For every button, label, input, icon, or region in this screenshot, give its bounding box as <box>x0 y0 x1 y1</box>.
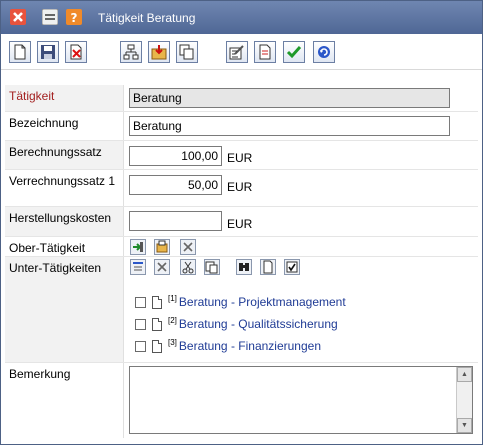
open-parent-icon[interactable] <box>154 239 170 255</box>
row-taetigkeit: Tätigkeit Beratung <box>5 85 478 112</box>
close-icon[interactable] <box>10 9 26 25</box>
list-item[interactable]: [1] Beratung - Projektmanagement <box>135 294 346 310</box>
row-verrechnungssatz: Verrechnungssatz 1 50,00 EUR <box>5 170 478 207</box>
label-taetigkeit: Tätigkeit <box>5 85 124 111</box>
structure-icon <box>123 44 139 60</box>
label-ober-taetigkeit: Ober-Tätigkeit <box>5 237 124 256</box>
row-bezeichnung: Bezeichnung Beratung <box>5 112 478 141</box>
properties-button[interactable] <box>226 41 248 63</box>
import-icon <box>151 45 167 60</box>
unit-eur: EUR <box>227 217 253 231</box>
row-unter-taetigkeiten: Unter-Tätigkeiten [1] Beratung - Projekt… <box>5 257 478 363</box>
svg-text:?: ? <box>71 11 78 25</box>
new-document-button[interactable] <box>9 41 31 63</box>
sub-item-number: [3] <box>168 337 177 347</box>
sub-item-link[interactable]: Beratung - Qualitätssicherung <box>179 317 338 331</box>
scroll-up-arrow-icon[interactable]: ▲ <box>457 367 472 382</box>
sub-item-link[interactable]: Beratung - Projektmanagement <box>179 295 346 309</box>
herstellungskosten-field[interactable] <box>129 211 222 231</box>
unit-eur: EUR <box>227 151 253 165</box>
properties-icon <box>229 45 244 60</box>
delete-button[interactable] <box>65 41 87 63</box>
label-bemerkung: Bemerkung <box>5 363 124 438</box>
print-button[interactable] <box>254 41 276 63</box>
row-ober-taetigkeit: Ober-Tätigkeit <box>5 237 478 257</box>
label-verrechnungssatz: Verrechnungssatz 1 <box>5 170 124 206</box>
sub-item-link[interactable]: Beratung - Finanzierungen <box>179 339 321 353</box>
row-berechnungssatz: Berechnungssatz 100,00 EUR <box>5 141 478 170</box>
row-bemerkung: Bemerkung ▲ ▼ <box>5 363 478 438</box>
unit-eur: EUR <box>227 180 253 194</box>
import-button[interactable] <box>148 41 170 63</box>
help-icon[interactable]: ? <box>66 9 82 25</box>
sub-item-number: [1] <box>168 293 177 303</box>
refresh-button[interactable] <box>313 41 335 63</box>
sub-item-checkbox[interactable] <box>135 318 146 330</box>
select-all-icon[interactable] <box>284 259 300 275</box>
find-icon[interactable] <box>236 259 252 275</box>
copy-icon <box>179 44 194 60</box>
minimize-icon[interactable] <box>41 8 59 26</box>
label-berechnungssatz: Berechnungssatz <box>5 141 124 169</box>
window: ? Tätigkeit Beratung Tätigkeit Beratung … <box>0 0 483 445</box>
paste-icon[interactable] <box>204 259 220 275</box>
document-icon <box>152 295 162 309</box>
taetigkeit-field[interactable]: Beratung <box>129 88 450 108</box>
copy-button[interactable] <box>176 41 198 63</box>
new-child-icon[interactable] <box>260 259 276 275</box>
new-document-icon <box>14 44 26 60</box>
assign-parent-icon[interactable] <box>130 239 146 255</box>
sub-item-number: [2] <box>168 315 177 325</box>
list-item[interactable]: [2] Beratung - Qualitätssicherung <box>135 316 338 332</box>
move-to-top-icon[interactable] <box>130 259 146 275</box>
label-bezeichnung: Bezeichnung <box>5 112 124 140</box>
row-herstellungskosten: Herstellungskosten EUR <box>5 207 478 237</box>
save-icon <box>41 45 55 59</box>
scroll-down-arrow-icon[interactable]: ▼ <box>457 418 472 433</box>
sub-item-checkbox[interactable] <box>135 296 146 308</box>
structure-button[interactable] <box>120 41 142 63</box>
remove-child-icon[interactable] <box>154 259 170 275</box>
confirm-button[interactable] <box>283 41 305 63</box>
label-herstellungskosten: Herstellungskosten <box>5 207 124 236</box>
window-title: Tätigkeit Beratung <box>98 11 196 25</box>
sub-item-checkbox[interactable] <box>135 340 146 352</box>
cut-icon[interactable] <box>180 259 196 275</box>
bemerkung-textarea[interactable]: ▲ ▼ <box>129 366 473 434</box>
checkmark-icon <box>286 46 302 59</box>
remove-parent-icon[interactable] <box>180 239 196 255</box>
list-item[interactable]: [3] Beratung - Finanzierungen <box>135 338 321 354</box>
print-icon <box>259 44 271 60</box>
toolbar <box>1 34 482 70</box>
verrechnungssatz-field[interactable]: 50,00 <box>129 175 222 195</box>
delete-icon <box>70 44 82 60</box>
refresh-icon <box>318 46 330 58</box>
save-button[interactable] <box>37 41 59 63</box>
berechnungssatz-field[interactable]: 100,00 <box>129 146 222 166</box>
label-unter-taetigkeiten: Unter-Tätigkeiten <box>5 257 124 362</box>
titlebar: ? Tätigkeit Beratung <box>1 1 482 34</box>
document-icon <box>152 317 162 331</box>
scrollbar[interactable]: ▲ ▼ <box>456 367 472 433</box>
bezeichnung-field[interactable]: Beratung <box>129 116 450 136</box>
document-icon <box>152 339 162 353</box>
